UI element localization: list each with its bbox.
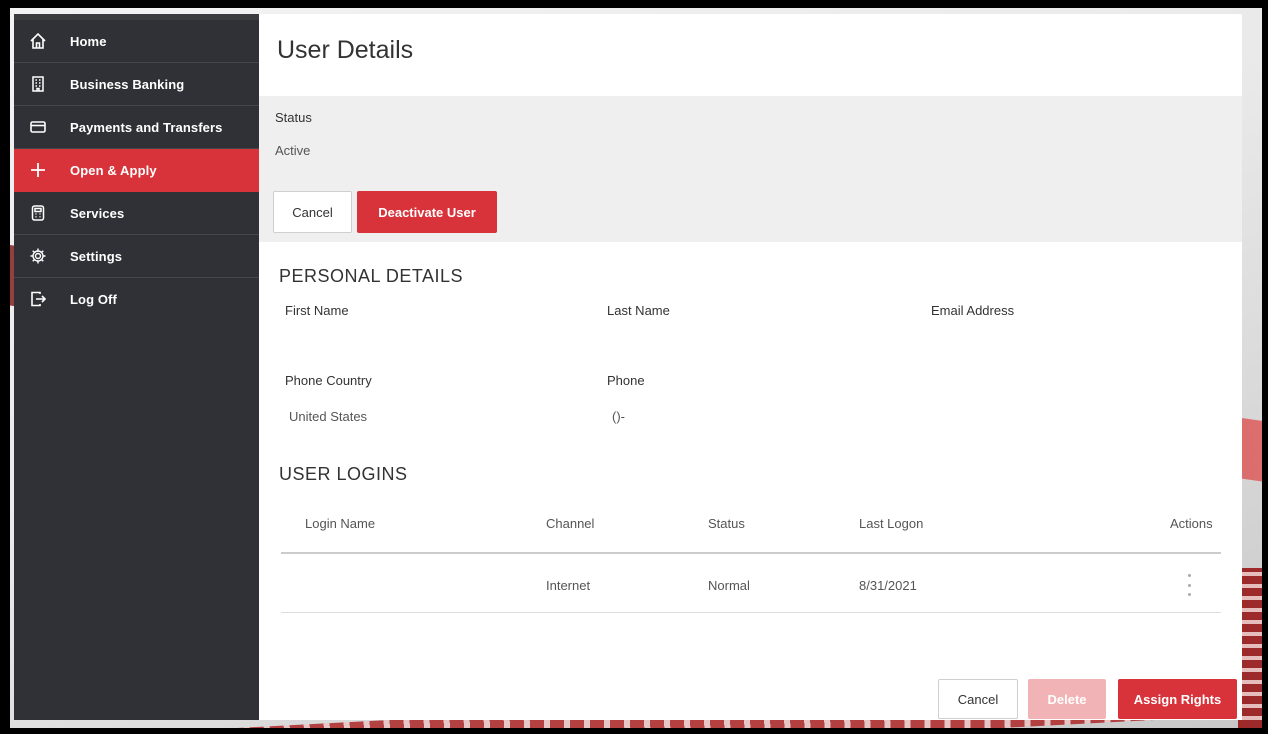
column-header-login-name[interactable]: Login Name [305,516,375,531]
column-header-last-logon[interactable]: Last Logon [859,516,923,531]
sidebar-item-settings[interactable]: Settings [14,235,259,278]
column-header-channel[interactable]: Channel [546,516,594,531]
building-icon [28,74,48,94]
sidebar-item-label: Log Off [70,291,117,307]
sidebar-nav: Home Business Banking Payments and Trans… [14,14,259,720]
main-content: User Details Status Active Cancel Deacti… [259,14,1242,720]
cell-status: Normal [708,578,750,593]
phone-label: Phone [607,373,645,388]
delete-button[interactable]: Delete [1028,679,1106,719]
sidebar-item-payments-and-transfers[interactable]: Payments and Transfers [14,106,259,149]
sidebar-item-label: Business Banking [70,76,185,92]
sidebar-item-label: Payments and Transfers [70,119,223,135]
sidebar-item-home[interactable]: Home [14,20,259,63]
plus-icon [28,160,48,180]
sidebar-item-label: Home [70,33,107,49]
sidebar-item-business-banking[interactable]: Business Banking [14,63,259,106]
logout-icon [28,289,48,309]
last-name-label: Last Name [607,303,670,318]
deactivate-user-button[interactable]: Deactivate User [357,191,497,233]
sidebar-item-label: Open & Apply [70,162,157,178]
calculator-icon [28,203,48,223]
table-header-divider [281,552,1221,554]
status-panel: Status Active Cancel Deactivate User [259,96,1242,242]
column-header-status[interactable]: Status [708,516,745,531]
sidebar-item-open-and-apply[interactable]: Open & Apply [14,149,259,192]
user-logins-heading: USER LOGINS [279,464,408,484]
row-actions-menu-icon[interactable] [1182,574,1196,596]
sidebar-item-label: Services [70,205,125,221]
status-label: Status [275,110,312,125]
card-icon [28,117,48,137]
column-header-actions: Actions [1170,516,1213,531]
sidebar-item-log-off[interactable]: Log Off [14,278,259,320]
status-cancel-button[interactable]: Cancel [273,191,352,233]
email-address-label: Email Address [931,303,1015,318]
page-title: User Details [277,36,414,64]
cell-channel: Internet [546,578,591,593]
sidebar-item-label: Settings [70,248,123,264]
phone-country-value: United States [289,409,368,424]
table-row-divider [281,612,1221,613]
sidebar-item-services[interactable]: Services [14,192,259,235]
assign-rights-button[interactable]: Assign Rights [1118,679,1237,719]
status-value: Active [275,143,311,158]
phone-value: ()- [612,409,625,424]
gear-icon [28,246,48,266]
phone-country-label: Phone Country [285,373,372,388]
cell-last-logon: 8/31/2021 [859,578,917,593]
personal-details-heading: PERSONAL DETAILS [279,266,464,286]
home-icon [28,31,48,51]
footer-cancel-button[interactable]: Cancel [938,679,1018,719]
first-name-label: First Name [285,303,349,318]
